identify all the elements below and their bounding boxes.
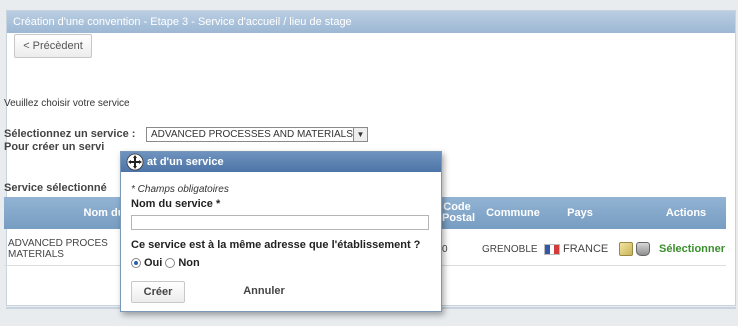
dialog-header[interactable]: at d'un service	[121, 152, 441, 172]
france-flag-icon	[544, 243, 560, 255]
selected-service-label: Service sélectionné	[4, 182, 107, 194]
column-code-postal[interactable]: Code Postal	[442, 197, 476, 229]
cell-nom-line2: MATERIALS	[8, 249, 64, 260]
column-actions: Actions	[665, 207, 707, 219]
cell-nom: ADVANCED PROCES MATERIALS	[8, 232, 128, 266]
service-name-label: Nom du service *	[131, 198, 221, 210]
column-postal: Postal	[442, 212, 476, 224]
column-commune[interactable]: Commune	[478, 197, 548, 229]
service-name-input[interactable]	[131, 215, 429, 230]
cell-actions: Sélectionner	[619, 232, 729, 266]
radio-non-label[interactable]: Non	[178, 257, 199, 269]
service-select-value: ADVANCED PROCESSES AND MATERIALS	[151, 129, 353, 140]
cell-postal: 0	[442, 243, 448, 255]
cell-pays: FRANCE	[544, 232, 624, 266]
move-icon[interactable]	[126, 153, 144, 171]
instruction-text: Veuillez choisir votre service	[4, 98, 130, 109]
cancel-button[interactable]: Annuler	[233, 281, 295, 303]
previous-button[interactable]: < Précèdent	[14, 34, 92, 58]
column-pays[interactable]: Pays	[560, 197, 600, 229]
add-service-dialog: at d'un service * Champs obligatoires No…	[120, 151, 442, 312]
cell-pays-label: FRANCE	[563, 243, 609, 255]
delete-icon[interactable]	[636, 242, 650, 256]
radio-oui[interactable]	[131, 258, 141, 268]
create-service-label: Pour créer un servi	[4, 141, 105, 153]
select-link[interactable]: Sélectionner	[659, 243, 725, 255]
radio-oui-label[interactable]: Oui	[144, 257, 162, 269]
select-service-label: Sélectionnez un service :	[4, 128, 136, 140]
cell-nom-line1: ADVANCED PROCES	[8, 238, 108, 249]
required-fields-note: * Champs obligatoires	[131, 184, 229, 195]
same-address-options: Oui Non	[131, 257, 200, 269]
radio-non[interactable]	[165, 258, 176, 268]
dropdown-arrow-icon[interactable]: ▼	[353, 128, 367, 141]
same-address-question: Ce service est à la même adresse que l'é…	[131, 239, 421, 251]
service-select[interactable]: ADVANCED PROCESSES AND MATERIALS ▼	[146, 127, 368, 142]
cell-commune: GRENOBLE	[482, 243, 538, 255]
dialog-title: at d'un service	[147, 156, 224, 168]
panel-title: Création d'une convention - Etape 3 - Se…	[7, 11, 735, 33]
edit-icon[interactable]	[619, 242, 633, 256]
create-button[interactable]: Créer	[131, 281, 185, 303]
